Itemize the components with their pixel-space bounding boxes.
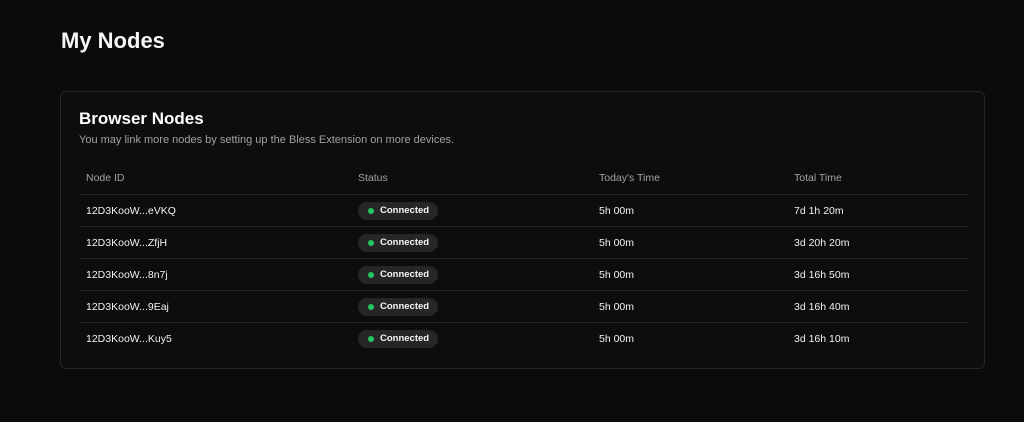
status-label: Connected: [380, 237, 430, 248]
todays-time-cell: 5h 00m: [593, 194, 788, 227]
status-label: Connected: [380, 269, 430, 280]
status-cell: Connected: [352, 194, 593, 227]
total-time-cell: 3d 16h 10m: [794, 332, 850, 345]
table-row: 12D3KooW...8n7j Connected 5h 00m 3d 16h …: [80, 258, 968, 291]
status-cell: Connected: [352, 226, 593, 259]
status-label: Connected: [380, 301, 430, 312]
total-time-cell: 3d 16h 50m: [788, 258, 968, 291]
browser-nodes-card: Browser Nodes You may link more nodes by…: [60, 91, 985, 369]
table-row: 12D3KooW...Kuy5 Connected 5h 00m 3d 16h …: [80, 323, 968, 355]
todays-time-cell: 5h 00m: [599, 332, 635, 345]
status-label: Connected: [380, 205, 430, 216]
card-subtitle: You may link more nodes by setting up th…: [79, 134, 455, 146]
status-dot-icon: [368, 239, 374, 246]
todays-time-cell: 5h 00m: [593, 290, 788, 323]
page-title: My Nodes: [61, 28, 165, 53]
status-dot-icon: [368, 207, 374, 214]
card-title: Browser Nodes: [79, 109, 204, 128]
column-header-total-time: Total Time: [788, 162, 968, 195]
table-row: 12D3KooW...eVKQ Connected 5h 00m 7d 1h 2…: [80, 194, 968, 227]
status-badge: Connected: [358, 201, 439, 220]
status-dot-icon: [368, 303, 374, 310]
table-header-row: Node ID Status Today's Time Total Time: [80, 162, 968, 195]
column-header-status: Status: [352, 162, 593, 195]
status-cell: Connected: [352, 290, 593, 323]
node-id-cell: 12D3KooW...8n7j: [80, 258, 352, 291]
status-label: Connected: [380, 333, 430, 344]
column-header-todays-time: Today's Time: [593, 162, 788, 195]
status-dot-icon: [368, 335, 374, 342]
todays-time-cell: 5h 00m: [593, 258, 788, 291]
status-badge: Connected: [358, 329, 439, 348]
todays-time-cell: 5h 00m: [593, 226, 788, 259]
total-time-cell: 3d 20h 20m: [788, 226, 968, 259]
node-id-cell: 12D3KooW...Kuy5: [86, 332, 172, 345]
node-id-cell: 12D3KooW...9Eaj: [80, 290, 352, 323]
status-cell: Connected: [352, 258, 593, 291]
node-id-cell: 12D3KooW...eVKQ: [80, 194, 352, 227]
status-cell: Connected: [352, 323, 593, 355]
status-badge: Connected: [358, 233, 439, 252]
status-badge: Connected: [358, 297, 439, 316]
node-id-cell: 12D3KooW...ZfjH: [80, 226, 352, 259]
column-header-node-id: Node ID: [80, 162, 352, 195]
status-dot-icon: [368, 271, 374, 278]
nodes-table: Node ID Status Today's Time Total Time 1…: [80, 162, 968, 354]
table-row: 12D3KooW...ZfjH Connected 5h 00m 3d 20h …: [80, 226, 968, 259]
table-row: 12D3KooW...9Eaj Connected 5h 00m 3d 16h …: [80, 290, 968, 323]
total-time-cell: 7d 1h 20m: [788, 194, 968, 227]
page: My Nodes Browser Nodes You may link more…: [0, 0, 1024, 422]
status-badge: Connected: [358, 265, 439, 284]
total-time-cell: 3d 16h 40m: [788, 290, 968, 323]
